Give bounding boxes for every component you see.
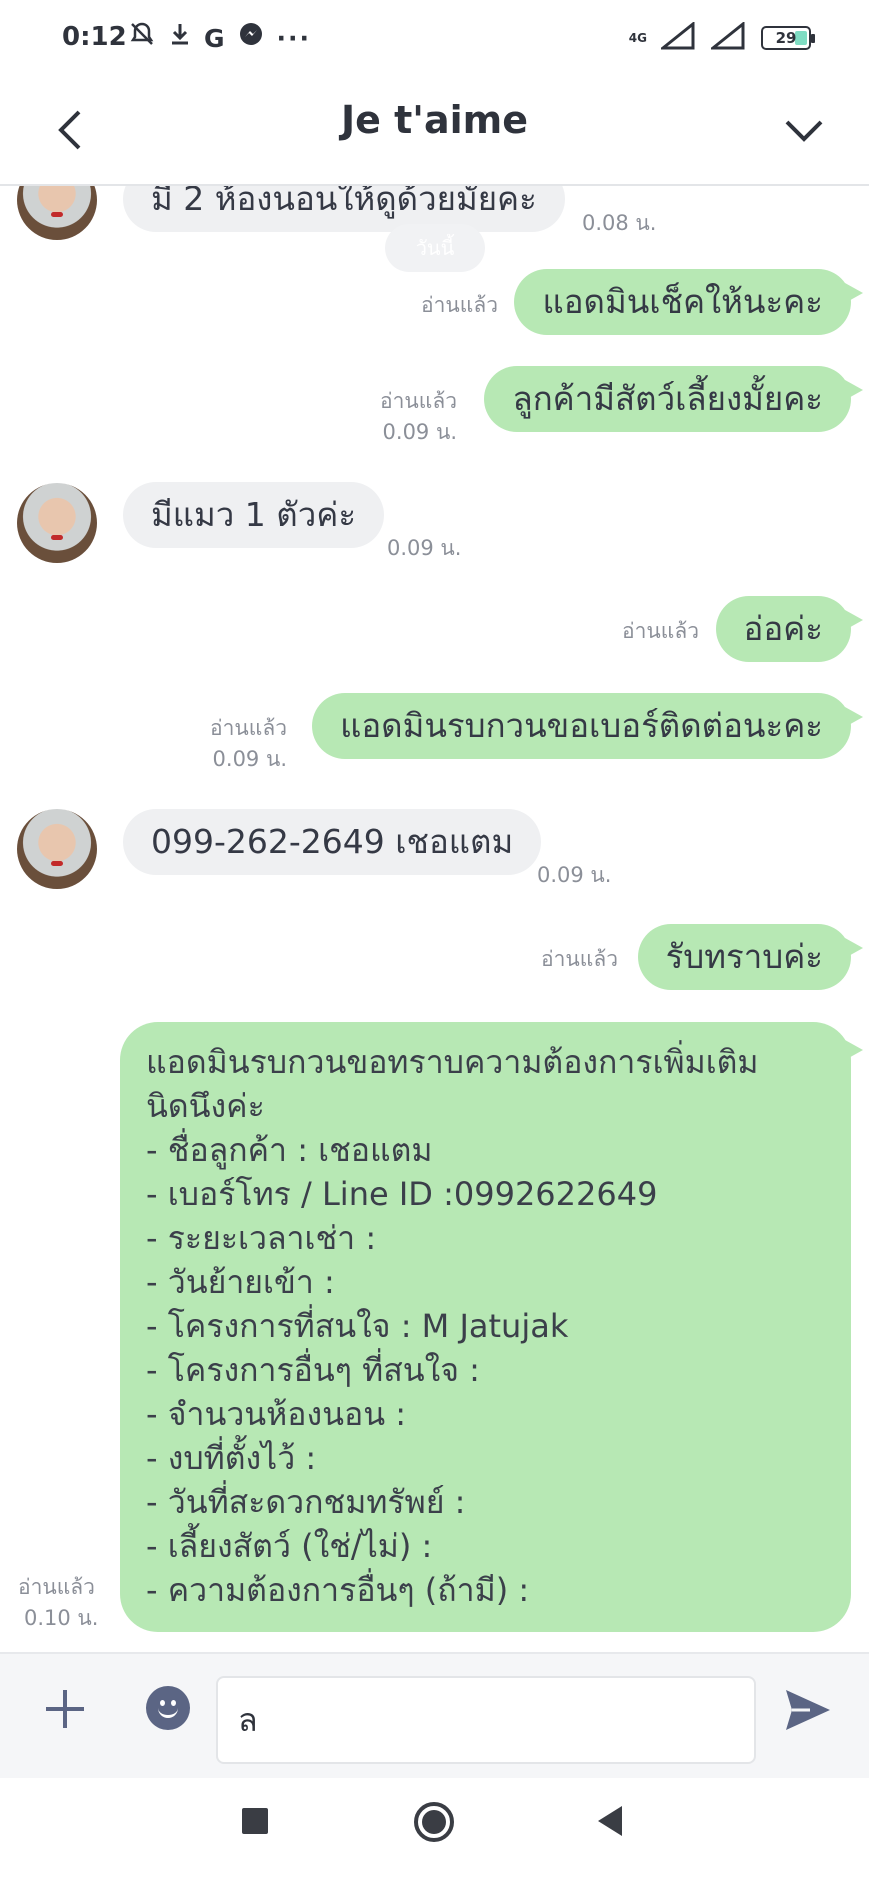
- read-receipt: อ่านแล้ว: [18, 1575, 95, 1599]
- read-receipt: อ่านแล้ว: [421, 293, 498, 317]
- message-input[interactable]: ล: [216, 1676, 756, 1764]
- message-time: 0.09 น.: [387, 536, 462, 560]
- message-time: 0.09 น.: [212, 747, 287, 771]
- more-icon: ···: [276, 24, 312, 53]
- chat-title[interactable]: Je t'aime: [0, 98, 869, 142]
- read-receipt: อ่านแล้ว: [210, 716, 287, 740]
- form-line: นิดนึงค่ะ: [146, 1087, 265, 1125]
- home-button[interactable]: [414, 1802, 454, 1842]
- form-line: - โครงการที่สนใจ : M Jatujak: [146, 1307, 569, 1345]
- form-line: แอดมินรบกวนขอทราบความต้องการเพิ่มเติม: [146, 1043, 759, 1081]
- outgoing-message-form[interactable]: แอดมินรบกวนขอทราบความต้องการเพิ่มเติม นิ…: [120, 1022, 863, 1632]
- messenger-icon: [237, 20, 265, 58]
- form-line: - โครงการอื่นๆ ที่สนใจ :: [146, 1351, 480, 1389]
- add-attachment-button[interactable]: [40, 1684, 90, 1734]
- status-time: 0:12: [62, 22, 127, 52]
- message-time: 0.09 น.: [537, 863, 612, 887]
- mute-icon: [128, 20, 156, 58]
- incoming-message[interactable]: มี 2 ห้องนอนให้ดูด้วยมั้ยคะ: [123, 186, 565, 232]
- contact-avatar[interactable]: [17, 186, 97, 240]
- chat-header: Je t'aime: [0, 78, 869, 186]
- form-line: - ระยะเวลาเช่า :: [146, 1219, 377, 1257]
- network-label: 4G: [628, 31, 647, 45]
- google-icon: G: [204, 24, 225, 53]
- status-system-icons: 4G 29: [628, 20, 815, 54]
- outgoing-message[interactable]: อ่อค่ะ: [715, 596, 864, 662]
- contact-avatar[interactable]: [17, 483, 97, 563]
- message-time: 0.09 น.: [382, 420, 457, 444]
- form-line: - วันย้ายเข้า :: [146, 1263, 335, 1301]
- outgoing-message[interactable]: แอดมินเช็คให้นะคะ: [514, 269, 863, 335]
- battery-level: 29: [775, 29, 797, 47]
- battery-icon: 29: [761, 26, 815, 50]
- download-icon: [168, 20, 192, 58]
- form-line: - จำนวนห้องนอน :: [146, 1395, 407, 1433]
- read-receipt: อ่านแล้ว: [380, 389, 457, 413]
- contact-avatar[interactable]: [17, 809, 97, 889]
- message-list[interactable]: มี 2 ห้องนอนให้ดูด้วยมั้ยคะ 0.08 น. วันน…: [0, 186, 869, 1652]
- signal-icon: [658, 20, 697, 54]
- send-button[interactable]: [780, 1682, 836, 1738]
- plus-icon: [46, 1690, 84, 1728]
- outgoing-message[interactable]: แอดมินรบกวนขอเบอร์ติดต่อนะคะ: [312, 693, 863, 759]
- outgoing-message[interactable]: ลูกค้ามีสัตว์เลี้ยงมั้ยคะ: [484, 366, 863, 432]
- status-notification-icons: G ···: [128, 20, 311, 58]
- outgoing-message[interactable]: รับทราบค่ะ: [637, 924, 864, 990]
- date-chip: วันนี้: [385, 224, 485, 272]
- incoming-message[interactable]: 099-262-2649 เชอแตม: [123, 809, 542, 875]
- read-receipt: อ่านแล้ว: [541, 947, 618, 971]
- message-input-bar: ล: [0, 1652, 869, 1778]
- chat-menu-button[interactable]: [769, 100, 839, 160]
- read-receipt: อ่านแล้ว: [622, 619, 699, 643]
- chevron-down-icon: [785, 120, 823, 142]
- message-time: 0.08 น.: [582, 211, 657, 235]
- system-nav-bar: [0, 1778, 869, 1883]
- system-back-button[interactable]: [598, 1806, 622, 1836]
- form-line: - ชื่อลูกค้า : เชอแตม: [146, 1131, 433, 1169]
- emoji-button[interactable]: [146, 1686, 190, 1730]
- form-line: - งบที่ตั้งไว้ :: [146, 1439, 317, 1477]
- send-icon: [786, 1690, 830, 1730]
- recent-apps-button[interactable]: [242, 1808, 268, 1834]
- form-line: - เลี้ยงสัตว์ (ใช่/ไม่) :: [146, 1527, 433, 1565]
- incoming-message[interactable]: มีแมว 1 ตัวค่ะ: [123, 482, 385, 548]
- status-bar: 0:12 G ··· 4G 29: [0, 0, 869, 78]
- signal-icon: [708, 20, 747, 54]
- form-line: - เบอร์โทร / Line ID :0992622649: [146, 1175, 658, 1213]
- form-line: - ความต้องการอื่นๆ (ถ้ามี) :: [146, 1571, 530, 1609]
- form-line: - วันที่สะดวกชมทรัพย์ :: [146, 1483, 466, 1521]
- message-time: 0.10 น.: [24, 1606, 99, 1630]
